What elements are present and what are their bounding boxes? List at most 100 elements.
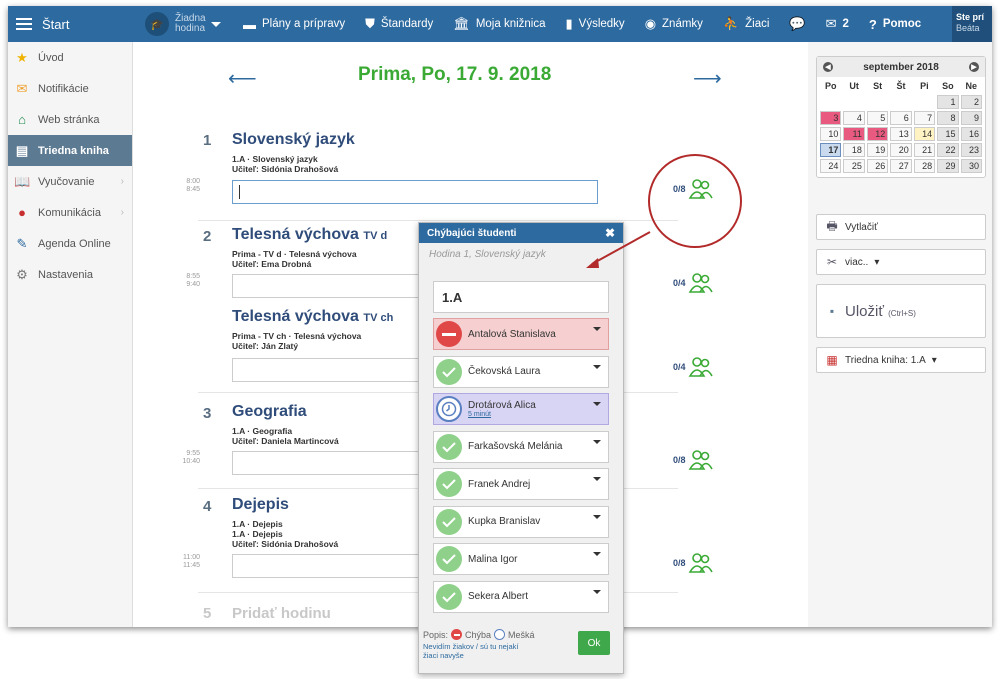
calendar-day[interactable]: 19 <box>866 143 889 157</box>
calendar-prev-button[interactable]: ◀ <box>823 62 833 72</box>
sidebar-item-uvod[interactable]: ★ Úvod <box>8 42 132 73</box>
calendar-day[interactable]: 6 <box>890 111 912 125</box>
calendar-day[interactable]: 26 <box>866 159 889 173</box>
calendar-day[interactable]: 12 <box>866 127 889 141</box>
lesson-title[interactable]: Geografia <box>232 403 307 421</box>
calendar-day[interactable]: 11 <box>843 127 865 141</box>
nav-library[interactable]: 🏛 Moja knižnica <box>453 16 545 32</box>
calendar-day[interactable]: 9 <box>960 111 982 125</box>
lesson-title[interactable]: Dejepis <box>232 496 289 514</box>
student-row[interactable]: Drotárová Alica 5 minút <box>433 393 609 425</box>
add-lesson-button[interactable]: Pridať hodinu <box>232 605 331 622</box>
absent-icon[interactable] <box>436 321 462 347</box>
student-row[interactable]: Kupka Branislav <box>433 505 609 538</box>
calendar-day[interactable]: 3 <box>820 111 842 125</box>
sidebar-item-komunikacia[interactable]: ● Komunikácia › <box>8 197 132 228</box>
attendance-button[interactable]: 0/8 <box>673 552 714 574</box>
calendar-day[interactable]: 14 <box>913 127 936 141</box>
calendar-day[interactable]: 15 <box>937 127 959 141</box>
start-menu-button[interactable]: Štart <box>8 6 133 42</box>
lesson-title[interactable]: Telesná výchova TV ch <box>232 308 393 326</box>
help-button[interactable]: ? Pomoc <box>869 17 921 32</box>
checkmark-icon[interactable] <box>436 583 462 610</box>
chevron-down-icon[interactable] <box>593 552 601 556</box>
calendar-day[interactable]: 25 <box>843 159 865 173</box>
clock-icon[interactable] <box>436 396 462 422</box>
calendar-day[interactable]: 24 <box>820 159 842 173</box>
missing-students-link[interactable]: Nevidím žiakov / sú tu nejakí žiaci navy… <box>423 642 533 660</box>
nav-grades[interactable]: ◉ Známky <box>645 16 703 32</box>
calendar-next-button[interactable]: ▶ <box>968 62 979 72</box>
calendar-day[interactable]: 21 <box>913 143 936 157</box>
chevron-down-icon[interactable] <box>593 327 601 331</box>
sidebar-item-web[interactable]: ⌂ Web stránka <box>8 104 132 135</box>
calendar-day[interactable]: 16 <box>960 127 982 141</box>
calendar-day[interactable]: 27 <box>890 159 912 173</box>
calendar-day[interactable]: 2 <box>960 95 982 109</box>
lesson-title[interactable]: Slovenský jazyk <box>232 131 355 149</box>
close-icon[interactable]: ✖ <box>605 226 615 240</box>
checkmark-icon[interactable] <box>436 358 462 385</box>
sidebar-item-vyucovanie[interactable]: 📖 Vyučovanie › <box>8 166 132 197</box>
class-book-selector[interactable]: ▦ Triedna kniha: 1.A ▾ <box>816 347 986 373</box>
calendar-day[interactable]: 4 <box>843 111 865 125</box>
calendar-day[interactable]: 17 <box>820 143 842 157</box>
checkmark-icon[interactable] <box>436 471 462 497</box>
checkmark-icon[interactable] <box>436 433 462 460</box>
student-row[interactable]: Čekovská Laura <box>433 355 609 388</box>
chevron-down-icon[interactable] <box>593 402 601 406</box>
sidebar-item-nastavenia[interactable]: ⚙ Nastavenia <box>8 259 132 290</box>
student-row[interactable]: Franek Andrej <box>433 468 609 500</box>
late-minutes-link[interactable]: 5 minút <box>468 411 536 418</box>
chevron-down-icon[interactable] <box>593 364 601 369</box>
calendar-day[interactable]: 28 <box>913 159 936 173</box>
attendance-button[interactable]: 0/4 <box>673 356 714 378</box>
chevron-down-icon[interactable] <box>593 439 601 444</box>
attendance-button[interactable]: 0/4 <box>673 272 714 294</box>
print-button[interactable]: 🖶 Vytlačiť <box>816 214 986 240</box>
user-menu[interactable]: Ste prí Beáta <box>952 6 992 42</box>
chat-button[interactable]: 💬 <box>789 16 805 32</box>
student-row[interactable]: Malina Igor <box>433 543 609 575</box>
calendar-day[interactable]: 7 <box>913 111 936 125</box>
ok-button[interactable]: Ok <box>578 631 610 655</box>
student-row[interactable]: Farkašovská Melánia <box>433 430 609 463</box>
checkmark-icon[interactable] <box>436 546 462 572</box>
chevron-down-icon[interactable] <box>593 477 601 481</box>
calendar-day[interactable]: 22 <box>937 143 959 157</box>
more-label: viac.. <box>845 256 869 268</box>
lesson-title[interactable]: Telesná výchova TV d <box>232 226 387 244</box>
student-row[interactable]: Sekera Albert <box>433 580 609 613</box>
calendar-day[interactable]: 5 <box>866 111 889 125</box>
lesson-note-input[interactable] <box>232 180 598 204</box>
student-row[interactable]: Antalová Stanislava <box>433 318 609 350</box>
nav-students[interactable]: ⛹ Žiaci <box>723 16 769 32</box>
prev-day-arrow[interactable]: ⟵ <box>228 66 257 91</box>
checkmark-icon[interactable] <box>436 508 462 535</box>
calendar-day[interactable]: 18 <box>843 143 865 157</box>
sidebar-item-notifikacie[interactable]: ✉ Notifikácie <box>8 73 132 104</box>
nav-results[interactable]: ▮ Výsledky <box>566 16 625 32</box>
calendar-day[interactable]: 8 <box>937 111 959 125</box>
lesson-teacher: Učiteľ: Sidónia Drahošová <box>232 539 339 549</box>
more-button[interactable]: ✂ viac.. ▾ <box>816 249 986 275</box>
lesson-selector[interactable]: 🎓 Žiadna hodina <box>145 12 221 36</box>
text-cursor <box>239 185 240 199</box>
sidebar-item-triedna-kniha[interactable]: ▤ Triedna kniha <box>8 135 132 166</box>
calendar-day[interactable]: 10 <box>820 127 842 141</box>
messages-button[interactable]: ✉ 2 <box>826 16 849 32</box>
attendance-button[interactable]: 0/8 <box>673 449 714 471</box>
chevron-down-icon[interactable] <box>593 514 601 519</box>
sidebar-item-agenda[interactable]: ✎ Agenda Online <box>8 228 132 259</box>
calendar-day[interactable]: 30 <box>960 159 982 173</box>
calendar-day[interactable]: 29 <box>937 159 959 173</box>
nav-plans[interactable]: ▬ Plány a prípravy <box>243 17 345 32</box>
save-button[interactable]: ▪ Uložiť (Ctrl+S) <box>816 284 986 338</box>
calendar-day[interactable]: 20 <box>890 143 912 157</box>
nav-standards[interactable]: ⛊ Štandardy <box>365 16 433 32</box>
calendar-day[interactable]: 1 <box>937 95 959 109</box>
chevron-down-icon[interactable] <box>593 589 601 594</box>
calendar-day[interactable]: 13 <box>890 127 912 141</box>
next-day-arrow[interactable]: ⟶ <box>693 66 722 91</box>
calendar-day[interactable]: 23 <box>960 143 982 157</box>
